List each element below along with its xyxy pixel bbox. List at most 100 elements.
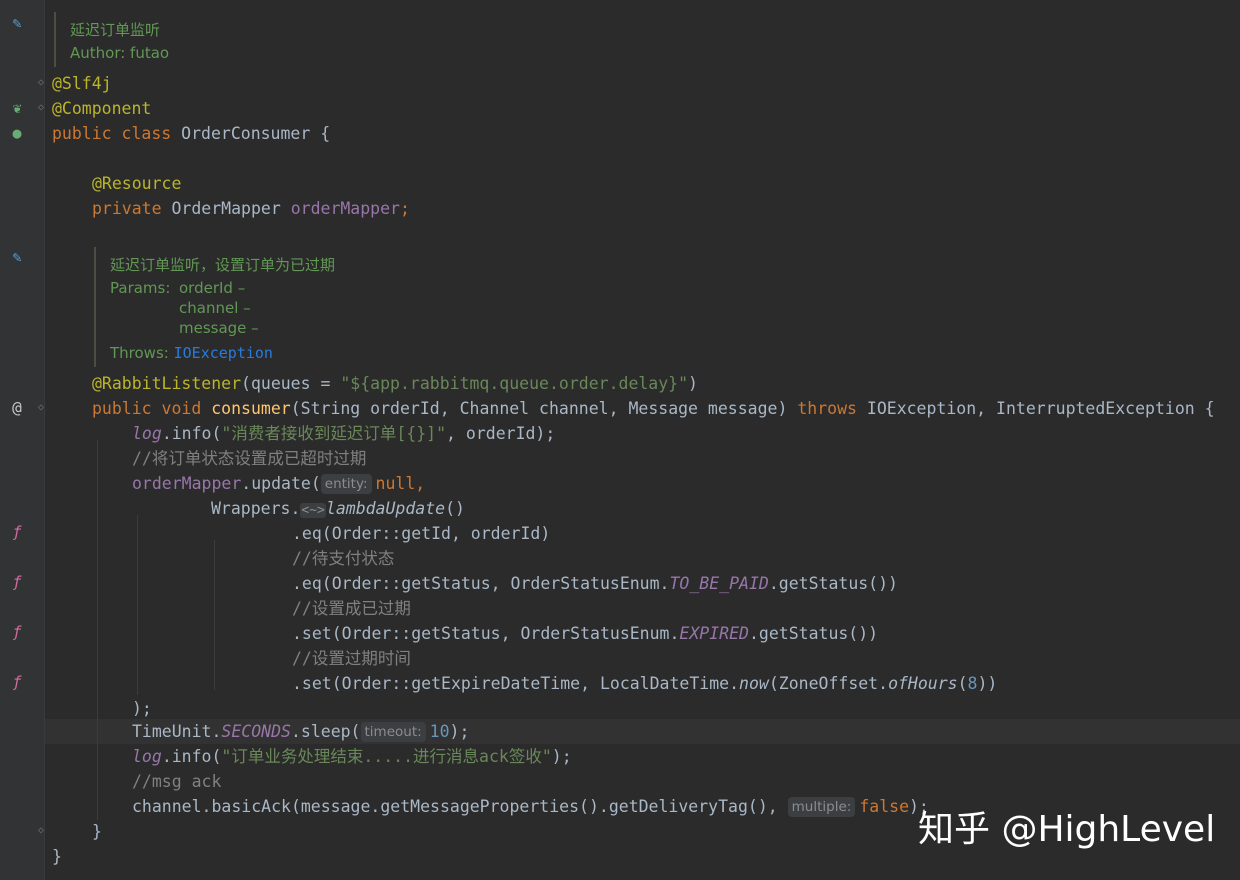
param-hint-timeout: timeout:	[360, 722, 426, 742]
doc-author: Author: futao	[70, 44, 170, 62]
now-call: now	[739, 674, 769, 693]
comment-line[interactable]: //设置成已过期	[292, 596, 411, 621]
listener-open: (queues =	[241, 374, 341, 393]
spring-gutter-icon[interactable]: ●	[8, 124, 26, 142]
kw-throws: throws	[797, 399, 857, 418]
false-literal: false	[859, 797, 909, 816]
update-call: .update(	[241, 474, 321, 493]
paren: (	[957, 674, 968, 693]
doc2-param-orderid: orderId –	[179, 279, 246, 297]
method-name: consumer	[211, 399, 291, 418]
enum-seconds: SECONDS	[221, 722, 291, 741]
comment-line[interactable]: //设置过期时间	[292, 646, 411, 671]
doc-comment-bar	[54, 12, 56, 67]
enum-to-be-paid: TO_BE_PAID	[669, 574, 769, 593]
indent-guide	[137, 515, 138, 695]
doc2-throws: Throws: IOException	[110, 344, 273, 362]
at-override-icon[interactable]: @	[8, 399, 26, 417]
doc-title: 延迟订单监听	[70, 21, 161, 39]
number-literal: 10	[429, 722, 450, 741]
null-literal: null,	[375, 474, 426, 493]
class-declaration[interactable]: public class OrderConsumer {	[52, 121, 330, 146]
code-line-log2[interactable]: log.info("订单业务处理结束.....进行消息ack签收");	[132, 744, 572, 769]
spring-bean-icon[interactable]: ❦	[8, 99, 26, 117]
comment-line[interactable]: //msg ack	[132, 769, 221, 794]
watermark: 知乎 @HighLevel	[918, 809, 1216, 850]
code-line-set2[interactable]: .set(Order::getExpireDateTime, LocalDate…	[292, 671, 997, 696]
doc-comment-bar	[94, 247, 96, 367]
code-line-log1[interactable]: log.info("消费者接收到延迟订单[{}]", orderId);	[132, 421, 555, 446]
eq2-head: .eq(Order::getStatus, OrderStatusEnum.	[292, 574, 670, 593]
fold-marker[interactable]: ◇	[38, 103, 48, 113]
comment-line[interactable]: //将订单状态设置成已超时过期	[132, 446, 366, 471]
set1-tail: .getStatus())	[748, 624, 879, 643]
class-close-brace[interactable]: }	[52, 844, 62, 869]
timeunit-ref: TimeUnit.	[132, 722, 222, 741]
doc2-params-label: Params:	[110, 279, 171, 297]
comment-line[interactable]: //待支付状态	[292, 546, 394, 571]
code-line-ack[interactable]: channel.basicAck(message.getMessagePrope…	[132, 794, 929, 819]
log-ref: log	[132, 747, 162, 766]
lambda-icon[interactable]: ƒ	[8, 523, 26, 541]
indent-guide	[97, 440, 98, 820]
kw-private: private	[92, 199, 162, 218]
field-name: orderMapper	[290, 199, 400, 218]
code-line-set1[interactable]: .set(Order::getStatus, OrderStatusEnum.E…	[292, 621, 878, 646]
doc2-throws-link[interactable]: IOException	[174, 344, 273, 362]
kw-class: class	[121, 124, 172, 143]
annotation-slf4j[interactable]: @Slf4j	[52, 71, 112, 96]
code-line-wrappers[interactable]: Wrappers.<~>lambdaUpdate()	[211, 496, 465, 521]
enum-expired: EXPIRED	[679, 624, 749, 643]
lambda-icon[interactable]: ƒ	[8, 673, 26, 691]
lambda-icon[interactable]: ƒ	[8, 573, 26, 591]
param-hint-multiple: multiple:	[787, 797, 856, 817]
fold-marker[interactable]: ◇	[38, 826, 48, 836]
code-line-close-paren[interactable]: );	[132, 696, 152, 721]
pencil-icon[interactable]: ✎	[8, 14, 26, 32]
annotation-component[interactable]: @Component	[52, 96, 151, 121]
sleep-call: .sleep(	[290, 722, 361, 741]
method-params: (String orderId, Channel channel, Messag…	[290, 399, 798, 418]
code-line-eq2[interactable]: .eq(Order::getStatus, OrderStatusEnum.TO…	[292, 571, 898, 596]
code-line-eq1[interactable]: .eq(Order::getId, orderId)	[292, 521, 550, 546]
method-exceptions: IOException, InterruptedException {	[856, 399, 1215, 418]
rabbit-listener-annotation[interactable]: @RabbitListener(queues = "${app.rabbitmq…	[92, 371, 698, 396]
eq2-tail: .getStatus())	[768, 574, 898, 593]
doc2-param-message: message –	[179, 319, 259, 337]
doc2-param-channel: channel –	[179, 299, 251, 317]
semicolon: ;	[399, 199, 410, 218]
listener-queue-string: "${app.rabbitmq.queue.order.delay}"	[340, 374, 689, 393]
log-string: "消费者接收到延迟订单[{}]"	[221, 424, 447, 443]
set1-head: .set(Order::getStatus, OrderStatusEnum.	[292, 624, 680, 643]
fold-marker[interactable]: ◇	[38, 78, 48, 88]
lambda-update-call: lambdaUpdate	[325, 499, 446, 518]
paren: );	[449, 722, 470, 741]
indent-guide	[214, 540, 215, 690]
annotation-rabbitlistener: @RabbitListener	[92, 374, 242, 393]
field-declaration[interactable]: private OrderMapper orderMapper;	[92, 196, 410, 221]
fold-marker[interactable]: ◇	[38, 403, 48, 413]
log-call: .info(	[161, 424, 222, 443]
param-hint-entity: entity:	[320, 474, 372, 494]
kw-public-void: public void	[92, 399, 202, 418]
log-call: .info(	[161, 747, 222, 766]
pencil-icon[interactable]: ✎	[8, 248, 26, 266]
code-line-update[interactable]: orderMapper.update(entity: null,	[132, 471, 425, 496]
log-tail: );	[551, 747, 572, 766]
paren: ()	[445, 499, 465, 518]
lambda-icon[interactable]: ƒ	[8, 623, 26, 641]
mapper-ref: orderMapper	[132, 474, 242, 493]
doc2-throws-label: Throws:	[110, 344, 169, 362]
number-literal: 8	[967, 674, 978, 693]
method-signature[interactable]: public void consumer(String orderId, Cha…	[92, 396, 1215, 421]
annotation-resource[interactable]: @Resource	[92, 171, 181, 196]
field-type: OrderMapper	[171, 199, 281, 218]
wrappers-ref: Wrappers.	[211, 499, 301, 518]
method-close-brace[interactable]: }	[92, 819, 102, 844]
listener-close: )	[688, 374, 698, 393]
set2-head: .set(Order::getExpireDateTime, LocalDate…	[292, 674, 740, 693]
code-line-sleep[interactable]: TimeUnit.SECONDS.sleep(timeout: 10);	[132, 719, 469, 744]
doc2-title: 延迟订单监听，设置订单为已过期	[110, 256, 336, 274]
kw-public: public	[52, 124, 112, 143]
paren: ))	[977, 674, 998, 693]
